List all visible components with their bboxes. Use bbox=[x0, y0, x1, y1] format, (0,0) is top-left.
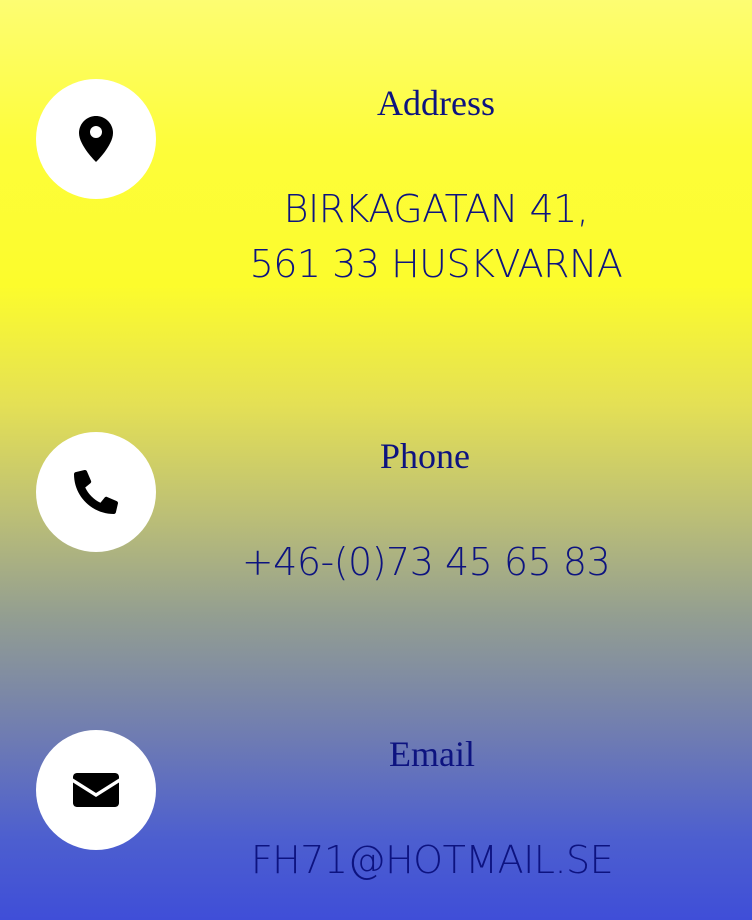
address-text: BIRKAGATAN 41, 561 33 HUSKVARNA bbox=[250, 182, 623, 292]
phone-icon-circle bbox=[36, 432, 156, 552]
map-marker-icon bbox=[79, 116, 113, 162]
phone-heading: Phone bbox=[380, 436, 470, 476]
phone-link[interactable]: +46-(0)73 45 65 83 bbox=[242, 535, 611, 590]
address-icon-circle bbox=[36, 79, 156, 199]
email-icon-circle bbox=[36, 730, 156, 850]
address-line-2: 561 33 HUSKVARNA bbox=[249, 242, 623, 286]
phone-icon bbox=[74, 470, 118, 514]
address-heading: Address bbox=[377, 83, 495, 123]
email-heading: Email bbox=[389, 734, 475, 774]
email-link[interactable]: FH71@HOTMAIL.SE bbox=[251, 833, 614, 888]
envelope-icon bbox=[73, 773, 119, 807]
address-line-1: BIRKAGATAN 41, bbox=[283, 187, 589, 231]
